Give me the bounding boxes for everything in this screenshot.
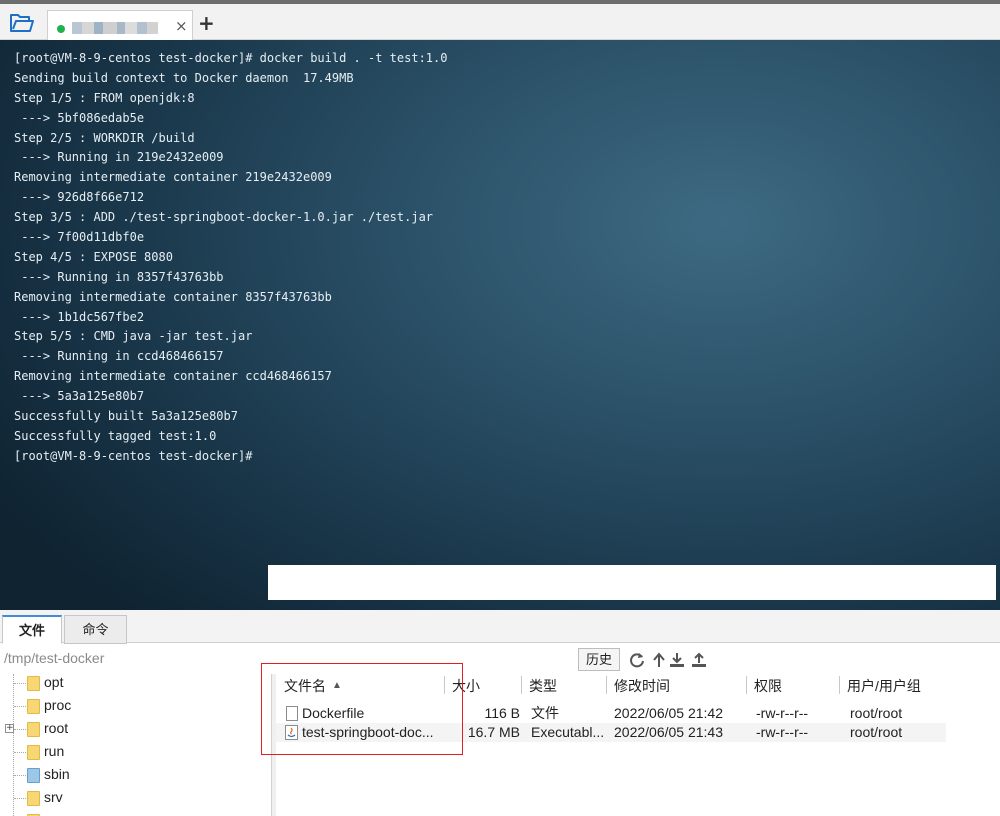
folder-icon — [27, 676, 40, 691]
terminal-line: ---> 7f00d11dbf0e — [14, 230, 145, 245]
tree-item-proc[interactable]: proc — [0, 695, 271, 717]
session-name-redacted — [72, 19, 180, 35]
file-modified: 2022/06/05 21:42 — [614, 705, 723, 721]
folder-icon — [27, 745, 40, 760]
session-tab[interactable]: × — [47, 10, 193, 43]
tree-item-label: run — [44, 743, 65, 759]
file-type: Executabl... — [531, 724, 605, 740]
parent-directory-icon[interactable] — [650, 651, 668, 669]
terminal-line: ---> 5bf086edab5e — [14, 110, 145, 125]
tab-files[interactable]: 文件 — [2, 615, 62, 644]
terminal-line: Removing intermediate container 219e2432… — [14, 170, 332, 185]
folder-icon — [27, 699, 40, 714]
connection-status-dot — [57, 25, 65, 33]
expand-icon[interactable]: + — [5, 724, 14, 733]
column-header-owner[interactable]: 用户/用户组 — [847, 676, 921, 696]
column-header-permissions[interactable]: 权限 — [754, 676, 782, 696]
terminal-output: [root@VM-8-9-centos test-docker]# docker… — [14, 49, 447, 467]
terminal-line: ---> Running in 8357f43763bb — [14, 269, 224, 284]
terminal-line: Removing intermediate container 8357f437… — [14, 289, 332, 304]
tree-item-root[interactable]: + root — [0, 718, 271, 740]
file-type: 文件 — [531, 705, 559, 721]
terminal-line: Step 2/5 : WORKDIR /build — [14, 130, 195, 145]
tree-item-srv[interactable]: srv — [0, 787, 271, 809]
tree-item-label: proc — [44, 697, 72, 713]
terminal-line: ---> 1b1dc567fbe2 — [14, 309, 145, 324]
open-folder-icon[interactable] — [8, 10, 36, 36]
tab-commands[interactable]: 命令 — [64, 615, 127, 644]
terminal-line: Removing intermediate container ccd46846… — [14, 369, 332, 384]
folder-icon — [27, 791, 40, 806]
tree-item-label: opt — [44, 674, 64, 690]
tree-item-opt[interactable]: opt — [0, 674, 271, 694]
terminal[interactable]: [root@VM-8-9-centos test-docker]# docker… — [0, 40, 1000, 610]
terminal-line: ---> 5a3a125e80b7 — [14, 389, 145, 404]
tree-item-run[interactable]: run — [0, 741, 271, 763]
download-icon[interactable] — [668, 651, 686, 669]
terminal-line: ---> Running in ccd468466157 — [14, 349, 224, 364]
upload-icon[interactable] — [690, 651, 708, 669]
refresh-icon[interactable] — [628, 651, 646, 669]
terminal-line: Step 4/5 : EXPOSE 8080 — [14, 249, 173, 264]
terminal-line: Step 3/5 : ADD ./test-springboot-docker-… — [14, 210, 434, 225]
terminal-line: ---> 926d8f66e712 — [14, 190, 145, 205]
add-tab-button[interactable]: + — [198, 13, 215, 33]
file-manager-panel: 文件 命令 /tmp/test-docker 历史 opt proc + roo… — [0, 610, 1000, 816]
tree-item-sbin[interactable]: sbin — [0, 764, 271, 786]
annotation-highlight-box — [261, 663, 463, 755]
tree-item-label: sbin — [44, 766, 70, 782]
history-button[interactable]: 历史 — [578, 648, 620, 671]
terminal-line: Step 5/5 : CMD java -jar test.jar — [14, 329, 253, 344]
file-permissions: -rw-r--r-- — [756, 724, 809, 740]
tree-item-label: root — [44, 720, 69, 736]
folder-icon — [27, 722, 40, 737]
file-size: 16.7 MB — [467, 724, 520, 740]
file-owner: root/root — [850, 724, 903, 740]
file-permissions: -rw-r--r-- — [756, 705, 809, 721]
file-owner: root/root — [850, 705, 903, 721]
terminal-line: Successfully built 5a3a125e80b7 — [14, 409, 238, 424]
panel-tabs: 文件 命令 — [0, 610, 1000, 644]
path-input[interactable]: /tmp/test-docker — [4, 650, 104, 666]
directory-tree[interactable]: opt proc + root run sbin srv sys — [0, 674, 272, 816]
terminal-line: Sending build context to Docker daemon 1… — [14, 70, 354, 85]
terminal-line: Step 1/5 : FROM openjdk:8 — [14, 90, 195, 105]
terminal-line: [root@VM-8-9-centos test-docker]# — [14, 448, 253, 463]
terminal-line: Successfully tagged test:1.0 — [14, 428, 217, 443]
tree-item-label: srv — [44, 789, 63, 805]
terminal-line: [root@VM-8-9-centos test-docker]# docker… — [14, 51, 448, 65]
close-tab-icon[interactable]: × — [175, 17, 188, 35]
folder-link-icon — [27, 768, 40, 783]
file-size: 116 B — [484, 705, 520, 721]
path-bar: /tmp/test-docker 历史 — [0, 644, 1000, 674]
redacted-area — [268, 565, 996, 600]
file-modified: 2022/06/05 21:43 — [614, 724, 723, 740]
tree-item-sys[interactable]: sys — [0, 810, 271, 816]
column-header-modified[interactable]: 修改时间 — [614, 676, 670, 696]
tree-item-label: sys — [44, 812, 65, 816]
terminal-line: ---> Running in 219e2432e009 — [14, 150, 224, 165]
session-tab-bar: × + — [0, 0, 1000, 43]
column-header-type[interactable]: 类型 — [529, 676, 557, 696]
